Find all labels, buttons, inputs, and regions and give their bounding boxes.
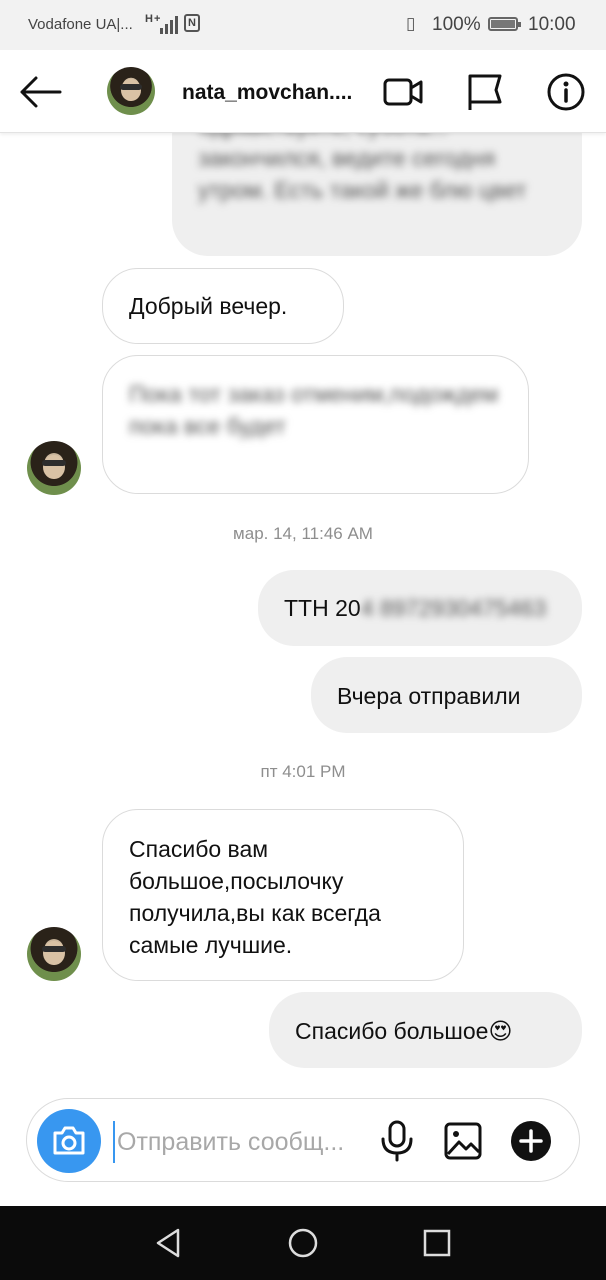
- message-bubble-outgoing[interactable]: Спасибо большое😍: [269, 992, 582, 1068]
- chat-thread[interactable]: Здравствуйте, субота... закончился, веди…: [0, 0, 606, 1280]
- message-composer: [26, 1098, 580, 1182]
- back-arrow-icon: [20, 76, 62, 108]
- gallery-icon: [444, 1122, 482, 1160]
- message-bubble-incoming[interactable]: Добрый вечер.: [102, 268, 344, 344]
- username[interactable]: nata_movchan....: [182, 81, 352, 105]
- camera-icon: [53, 1126, 85, 1155]
- network-type: H+: [145, 13, 162, 25]
- battery-percent: 100%: [432, 14, 481, 35]
- heart-eyes-emoji: 😍: [488, 1018, 513, 1044]
- circle-home-icon: [288, 1228, 318, 1258]
- info-button[interactable]: [546, 72, 586, 112]
- battery-icon: [488, 17, 521, 31]
- camera-button[interactable]: [37, 1109, 101, 1173]
- tracking-number-blurred: 4 8972930475463: [360, 595, 547, 621]
- flag-icon: [468, 74, 502, 110]
- sender-avatar[interactable]: [27, 927, 81, 981]
- back-button[interactable]: [16, 72, 64, 112]
- voice-message-button[interactable]: [377, 1119, 417, 1163]
- message-bubble-outgoing[interactable]: ТТН 204 8972930475463: [258, 570, 582, 646]
- more-options-button[interactable]: [509, 1119, 551, 1163]
- message-text: Спасибо большое: [295, 1018, 489, 1044]
- vibrate-icon: ▯: [406, 14, 416, 33]
- message-bubble-outgoing[interactable]: Вчера отправили: [311, 657, 582, 733]
- status-bar: Vodafone UA|... H+ N ▯ 100% 10:00: [0, 0, 606, 50]
- nav-recents-button[interactable]: [420, 1226, 454, 1260]
- square-recents-icon: [423, 1229, 451, 1257]
- signal-icon: [160, 14, 178, 34]
- system-nav-bar: [0, 1206, 606, 1280]
- message-text: ТТН 20: [284, 595, 361, 621]
- message-text: Добрый вечер.: [129, 293, 288, 319]
- report-button[interactable]: [466, 72, 506, 112]
- message-text: Спасибо вам большое,посылочку получила,в…: [129, 836, 381, 958]
- gallery-button[interactable]: [443, 1119, 483, 1163]
- nfc-icon: N: [184, 14, 200, 32]
- message-text-blurred: Пока тот заказ отменим,подождем пока все…: [129, 381, 499, 439]
- sender-avatar[interactable]: [27, 441, 81, 495]
- video-call-icon: [383, 78, 423, 106]
- message-timestamp: мар. 14, 11:46 AM: [233, 524, 373, 543]
- nav-back-button[interactable]: [152, 1226, 186, 1260]
- message-input[interactable]: [113, 1121, 371, 1163]
- message-text: Вчера отправили: [337, 683, 521, 709]
- nav-home-button[interactable]: [286, 1226, 320, 1260]
- message-bubble-incoming[interactable]: Спасибо вам большое,посылочку получила,в…: [102, 809, 464, 981]
- triangle-back-icon: [156, 1228, 180, 1258]
- profile-avatar[interactable]: [107, 67, 155, 115]
- conversation-header: nata_movchan....: [0, 50, 606, 133]
- plus-icon: [511, 1121, 551, 1161]
- carrier-label: Vodafone UA|...: [28, 16, 133, 33]
- clock: 10:00: [528, 14, 576, 35]
- message-timestamp: пт 4:01 PM: [260, 762, 346, 781]
- info-icon: [547, 73, 585, 111]
- video-call-button[interactable]: [383, 72, 423, 112]
- message-bubble-incoming[interactable]: Пока тот заказ отменим,подождем пока все…: [102, 355, 529, 494]
- microphone-icon: [381, 1120, 413, 1162]
